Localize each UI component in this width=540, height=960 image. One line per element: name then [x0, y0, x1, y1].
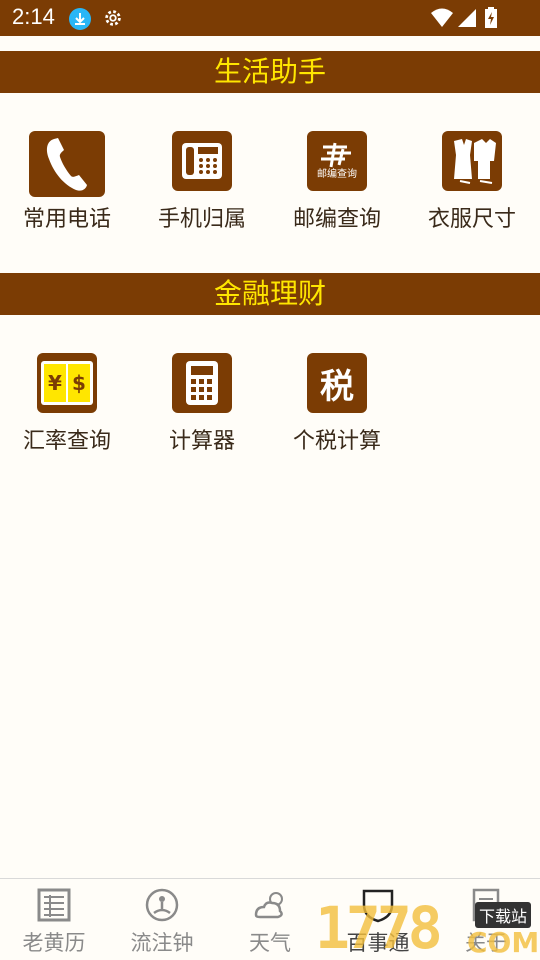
tile-postal-code[interactable]: 邮编查询 邮编查询: [270, 131, 404, 241]
battery-icon: [484, 7, 498, 33]
currency-exchange-icon: ¥ $: [37, 353, 97, 413]
tile-common-phone[interactable]: 常用电话: [0, 131, 134, 241]
tile-label: 个税计算: [292, 429, 381, 454]
watermark-suffix: COM: [467, 926, 540, 959]
calculator-icon: [172, 353, 232, 413]
watermark-logo: 1778 COM 下载站: [315, 890, 540, 960]
nav-label: 老黄历: [22, 931, 86, 955]
nav-item-weather[interactable]: 天气: [216, 879, 324, 960]
desk-phone-icon: [172, 131, 232, 191]
tax-icon: 税: [307, 353, 367, 413]
tax-glyph: 税: [320, 366, 354, 407]
section-header-finance: 金融理财: [0, 273, 540, 315]
status-time: 2:14: [12, 4, 55, 29]
tile-phone-location[interactable]: 手机归属: [135, 131, 269, 241]
wifi-icon: [430, 7, 454, 33]
calendar-icon: [36, 887, 72, 923]
nav-label: 天气: [249, 931, 291, 955]
gear-icon: [102, 7, 124, 33]
tile-income-tax[interactable]: 税 个税计算: [270, 353, 404, 463]
postal-code-icon: 邮编查询: [307, 131, 367, 191]
tile-calculator[interactable]: 计算器: [135, 353, 269, 463]
tile-clothes-size[interactable]: 衣服尺寸: [405, 131, 539, 241]
tile-label: 常用电话: [22, 207, 111, 232]
tile-label: 汇率查询: [22, 429, 111, 454]
weather-icon: [252, 887, 288, 923]
status-bar: 2:14: [0, 0, 540, 36]
yen-glyph: ¥: [44, 364, 66, 402]
tile-label: 计算器: [168, 429, 235, 454]
dollar-glyph: $: [68, 364, 90, 402]
postal-icon-text: 邮编查询: [317, 169, 357, 180]
tile-label: 邮编查询: [292, 207, 381, 232]
watermark-number: 1778: [315, 894, 443, 960]
download-icon: [68, 7, 92, 35]
meditation-clock-icon: [144, 887, 180, 923]
tile-label: 手机归属: [157, 207, 246, 232]
watermark-badge: 下载站: [475, 902, 532, 928]
section-header-life: 生活助手: [0, 51, 540, 93]
nav-item-almanac[interactable]: 老黄历: [0, 879, 108, 960]
nav-item-clock[interactable]: 流注钟: [108, 879, 216, 960]
signal-icon: [456, 7, 478, 33]
tile-exchange-rate[interactable]: ¥ $ 汇率查询: [0, 353, 134, 463]
phone-handset-icon: [29, 131, 105, 197]
clothes-icon: [442, 131, 502, 191]
nav-label: 流注钟: [130, 931, 194, 955]
tile-label: 衣服尺寸: [427, 207, 516, 232]
